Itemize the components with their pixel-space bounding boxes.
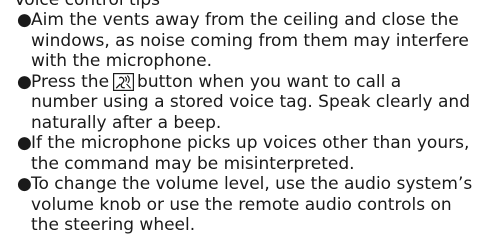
tips-list: ● Aim the vents away from the ceiling an…	[0, 10, 490, 236]
tip-text-line: If the microphone picks up voices other …	[31, 133, 470, 153]
tip-text-segment: Press the	[31, 71, 110, 92]
tip-text-segment: button when you want to call a	[137, 71, 402, 92]
bullet: ●	[17, 71, 32, 92]
bullet: ●	[17, 10, 32, 30]
tip-text-line: Press the button when you want to call a	[31, 72, 490, 93]
tip-text-line: the command may be misinterpreted.	[31, 153, 355, 174]
tip-text-line: naturally after a beep.	[31, 112, 222, 133]
tip-other-voices: ● If the microphone picks up voices othe…	[0, 133, 490, 174]
tip-text-line: Aim the vents away from the ceiling and …	[31, 10, 459, 30]
section-heading: Voice control tips	[14, 0, 161, 10]
tip-text-line: the steering wheel.	[31, 215, 196, 235]
bullet: ●	[17, 174, 32, 194]
tip-text-line: volume knob or use the remote audio cont…	[31, 194, 452, 215]
tip-text-line: with the microphone.	[31, 51, 213, 71]
bullet: ●	[17, 133, 32, 153]
tip-text-line: windows, as noise coming from them may i…	[31, 30, 469, 51]
tip-volume: ● To change the volume level, use the au…	[0, 174, 490, 236]
manual-page: Voice control tips ● Aim the vents away …	[0, 0, 490, 252]
tip-text-line: number using a stored voice tag. Speak c…	[31, 92, 470, 112]
tip-talk-button: ● Press the button when you want to call…	[0, 72, 490, 134]
tip-text-line: To change the volume level, use the audi…	[31, 174, 473, 194]
tip-vents: ● Aim the vents away from the ceiling an…	[0, 10, 490, 72]
talk-button-icon	[113, 72, 135, 91]
